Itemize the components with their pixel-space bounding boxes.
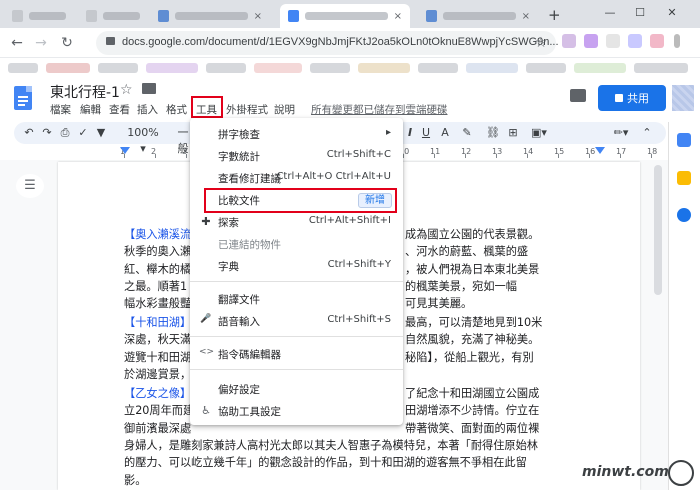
menu-item-translate[interactable]: 翻譯文件	[190, 288, 403, 310]
menu-item-shortcut: Ctrl+Alt+Shift+I	[308, 215, 391, 226]
accessibility-icon: ♿	[201, 404, 211, 417]
explore-icon: ✚	[201, 215, 211, 228]
text-line: 身婦人，是雕刻家兼詩人高村光太郎以其夫人智惠子為模特兒，本著「耐得住原始林	[124, 437, 538, 454]
text-span: 之最。順著1	[124, 279, 188, 293]
menu-item-linked-objects[interactable]: 已連結的物件	[190, 233, 403, 255]
text-line: 立20周年而建	[124, 402, 194, 419]
text-span: 深處，秋天滿	[124, 333, 192, 347]
text-line: 秋季的奧入瀨	[124, 243, 191, 260]
text-line: 紅、櫸木的橘	[124, 261, 191, 278]
menu-item-accessibility[interactable]: ♿ 協助工具設定	[190, 400, 403, 422]
section-heading: 【乙女之像】	[124, 387, 192, 400]
text-span: 身婦人，是雕刻家兼詩人高村光太郎以其夫人智惠子為模特兒，本著「耐得住原始林	[124, 438, 538, 452]
text-span: 於湖邊賞景，	[124, 367, 192, 381]
text-line: 深處，秋天滿	[124, 331, 191, 348]
text-span: 的壓力、可以屹立幾千年」的觀念設計的作品，到十和田湖的遊客無不爭相在此留	[124, 456, 527, 470]
menu-item-label: 探索	[218, 217, 239, 229]
compare-highlight-box	[204, 188, 397, 213]
menu-item-label: 指令碼編輯器	[218, 349, 281, 361]
text-span: 御前濱最深處	[124, 421, 192, 435]
watermark-logo: minwt.com	[582, 464, 669, 480]
text-line-right: ，被人們視為日本東北美景	[405, 262, 540, 276]
menu-divider	[190, 369, 403, 370]
text-span: 紅、櫸木的橘	[124, 262, 192, 276]
menu-item-shortcut: Ctrl+Shift+Y	[327, 259, 391, 270]
watermark-mascot-icon	[668, 460, 694, 486]
menu-item-explore[interactable]: ✚ 探索 Ctrl+Alt+Shift+I	[190, 211, 403, 233]
text-line: 御前濱最深處	[124, 420, 191, 437]
text-line-right: 帶著微笑、面對面的兩位裸	[405, 421, 540, 435]
code-icon: <>	[199, 347, 215, 357]
text-line: 於湖邊賞景，	[124, 366, 191, 383]
menu-item-script-editor[interactable]: <> 指令碼編輯器	[190, 343, 403, 365]
text-line: 幅水彩畫般豔	[124, 295, 191, 312]
menu-item-label: 字典	[218, 261, 239, 273]
menu-item-word-count[interactable]: 字數統計 Ctrl+Shift+C	[190, 145, 403, 167]
menu-item-shortcut: Ctrl+Shift+C	[326, 149, 391, 160]
text-line: 的壓力、可以屹立幾千年」的觀念設計的作品，到十和田湖的遊客無不爭相在此留	[124, 454, 527, 471]
microphone-icon: 🎤	[200, 314, 212, 324]
section-heading: 【十和田湖】	[124, 316, 192, 329]
menu-item-label: 字數統計	[218, 151, 260, 163]
text-line: 【乙女之像】	[124, 385, 191, 402]
text-line-right: 田湖增添不少詩情。佇立在	[405, 404, 540, 418]
text-line-right: 最高，可以清楚地見到10米	[405, 316, 543, 329]
text-line-right: 了紀念十和田湖國立公園成	[405, 387, 540, 400]
submenu-arrow-icon: ▸	[385, 127, 391, 138]
menu-item-label: 翻譯文件	[218, 294, 260, 306]
text-line-right: 可見其美麗。	[405, 297, 473, 311]
menu-item-voice-typing[interactable]: 🎤 語音輸入 Ctrl+Shift+S	[190, 310, 403, 332]
menu-item-label: 偏好設定	[218, 384, 260, 396]
text-line-right: 成為國立公園的代表景觀。	[405, 228, 540, 241]
menu-item-label: 拼字檢查	[218, 129, 260, 141]
menu-item-preferences[interactable]: 偏好設定	[190, 378, 403, 400]
menu-divider	[190, 336, 403, 337]
menu-item-review-suggestions[interactable]: 查看修訂建議 Ctrl+Alt+O Ctrl+Alt+U	[190, 167, 403, 189]
menu-item-label: 語音輸入	[218, 316, 260, 328]
menu-item-label: 協助工具設定	[218, 406, 281, 418]
text-span: 遊覽十和田湖	[124, 350, 192, 364]
menu-item-label: 已連結的物件	[218, 239, 281, 251]
text-line: 遊覽十和田湖	[124, 349, 191, 366]
text-line-right: 秘陷】，從船上觀光，有別	[405, 350, 534, 364]
menu-item-spelling[interactable]: 拼字檢查 ▸	[190, 123, 403, 145]
menu-divider	[190, 281, 403, 282]
menu-item-dictionary[interactable]: 字典 Ctrl+Shift+Y	[190, 255, 403, 277]
text-line: 【十和田湖】	[124, 314, 191, 331]
menu-item-shortcut: Ctrl+Shift+S	[327, 314, 391, 325]
text-line: 【奧入瀨溪流	[124, 226, 191, 243]
text-span: 影。	[124, 473, 147, 487]
text-line-right: 、河水的蔚藍、楓葉的盛	[405, 245, 529, 259]
text-line-right: 自然風貌，充滿了神秘美。	[405, 333, 540, 347]
text-line-right: 的楓葉美景，宛如一幅	[405, 279, 517, 293]
text-line: 之最。順著1	[124, 278, 187, 295]
section-heading: 【奧入瀨溪流	[124, 228, 192, 241]
text-span: 幅水彩畫般豔	[124, 297, 192, 311]
text-line: 影。	[124, 472, 146, 489]
text-span: 立20周年而建	[124, 404, 195, 418]
menu-item-shortcut: Ctrl+Alt+O Ctrl+Alt+U	[276, 171, 391, 182]
menu-item-label: 查看修訂建議	[218, 173, 281, 185]
text-span: 秋季的奧入瀨	[124, 245, 192, 259]
